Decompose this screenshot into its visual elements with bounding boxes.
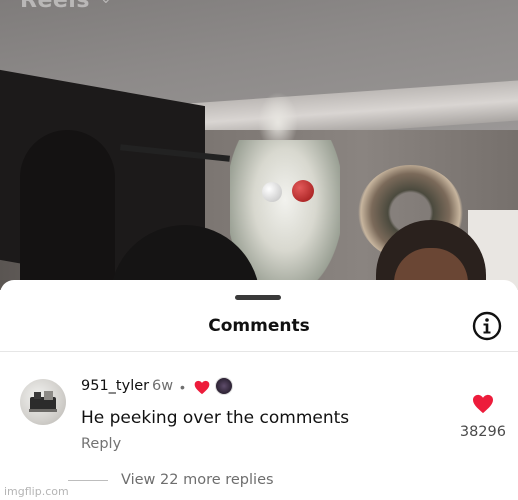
header-divider xyxy=(0,351,518,352)
white-ornament xyxy=(262,182,282,202)
chevron-down-icon[interactable]: ⌄ xyxy=(100,0,112,7)
comments-sheet: Comments 951_tyler 6w • He peeking over … xyxy=(0,280,518,500)
red-ornament xyxy=(292,180,314,202)
creator-liked-heart-icon xyxy=(194,380,210,395)
person-silhouette xyxy=(20,130,115,290)
separator-dot: • xyxy=(180,379,185,395)
view-more-replies-button[interactable]: View 22 more replies xyxy=(121,472,274,488)
comment-item: 951_tyler 6w • He peeking over the comme… xyxy=(0,372,518,482)
heart-icon[interactable] xyxy=(472,394,494,414)
like-count: 38296 xyxy=(459,424,506,440)
creator-avatar xyxy=(215,377,233,395)
reel-video-frame[interactable]: Reels ⌄ xyxy=(0,0,518,290)
drag-handle[interactable] xyxy=(235,295,281,300)
comment-username[interactable]: 951_tyler xyxy=(81,378,149,394)
avatar[interactable] xyxy=(20,379,66,425)
comment-text: He peeking over the comments xyxy=(81,408,350,428)
watermark: imgflip.com xyxy=(4,485,69,498)
reply-button[interactable]: Reply xyxy=(81,436,121,452)
replies-line xyxy=(68,480,108,481)
comment-time: 6w xyxy=(152,378,174,394)
info-circle-icon[interactable] xyxy=(472,311,502,341)
reels-title[interactable]: Reels xyxy=(20,0,90,13)
sheet-title: Comments xyxy=(208,316,310,336)
